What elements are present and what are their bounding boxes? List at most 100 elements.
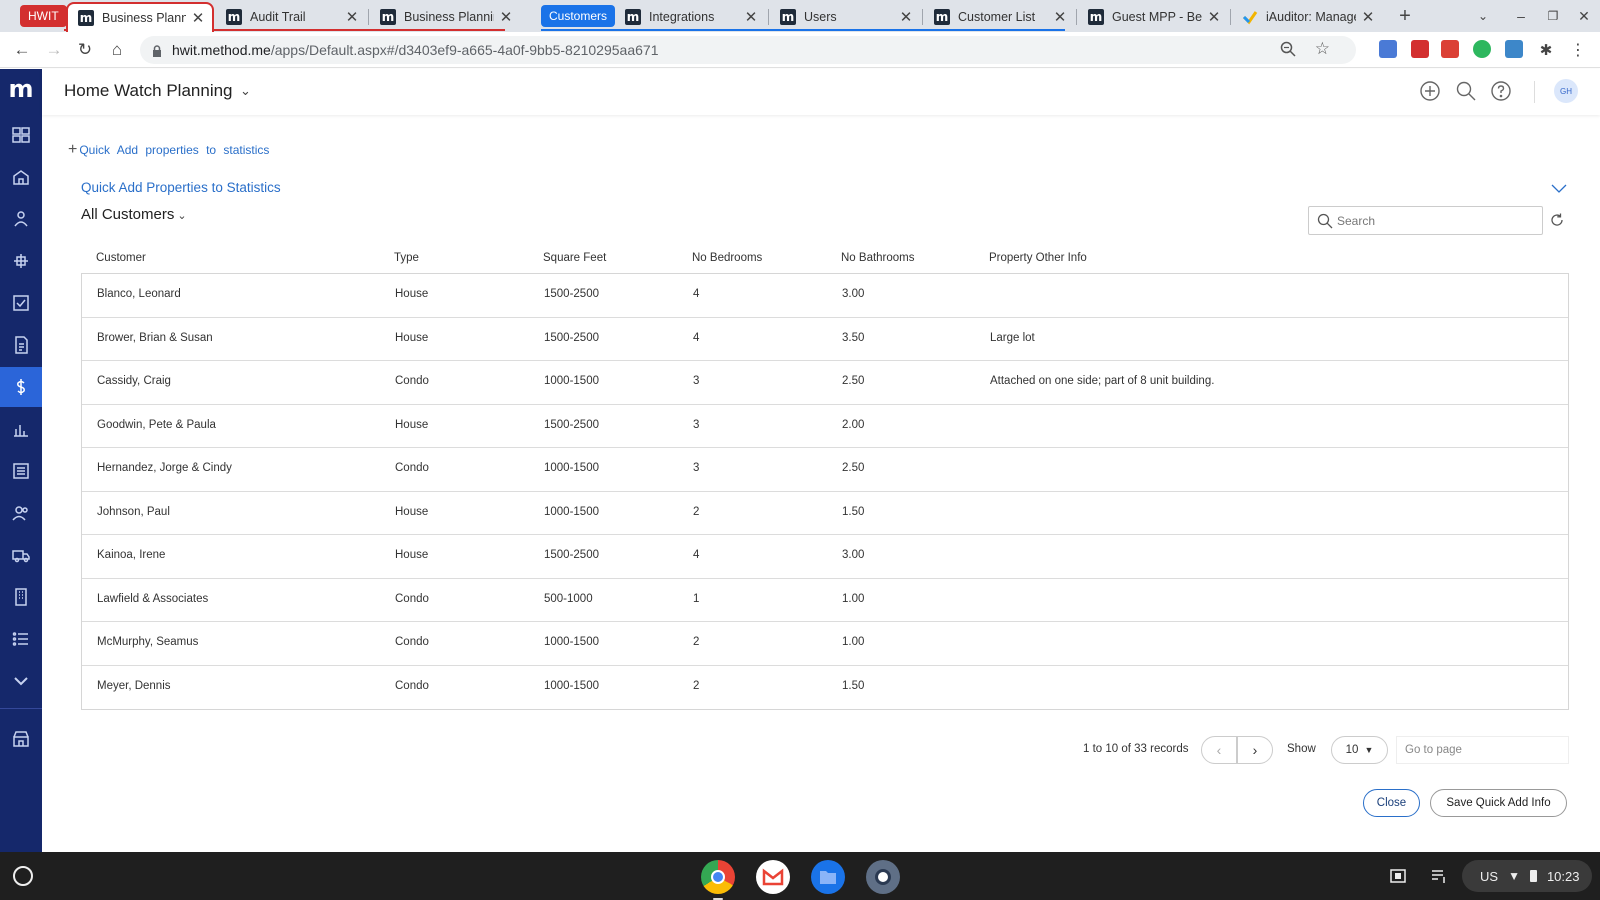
cell-bedrooms[interactable]: 3 — [693, 375, 699, 387]
files-icon[interactable] — [811, 860, 845, 894]
cell-square-feet[interactable]: 500-1000 — [544, 593, 593, 605]
go-to-page-field[interactable] — [1396, 736, 1569, 764]
cell-bathrooms[interactable]: 3.00 — [842, 549, 864, 561]
cell-bathrooms[interactable]: 2.00 — [842, 419, 864, 431]
table-row[interactable]: Hernandez, Jorge & Cindy Condo 1000-1500 3 2… — [82, 448, 1568, 492]
screenshot-extension-icon[interactable] — [1505, 40, 1523, 58]
cell-type[interactable]: House — [395, 332, 428, 344]
cell-other-info[interactable]: Attached on one side; part of 8 unit bui… — [990, 375, 1214, 387]
cell-bedrooms[interactable]: 2 — [693, 680, 699, 692]
cell-bathrooms[interactable]: 1.00 — [842, 593, 864, 605]
extensions-puzzle-icon[interactable]: ✱ — [1534, 38, 1558, 62]
refresh-icon[interactable] — [1549, 212, 1565, 228]
cell-bathrooms[interactable]: 3.00 — [842, 288, 864, 300]
close-icon[interactable]: ✕ — [1360, 8, 1376, 26]
dashboard-icon[interactable] — [0, 115, 42, 155]
cell-bedrooms[interactable]: 3 — [693, 419, 699, 431]
search-icon[interactable] — [1454, 79, 1478, 103]
add-circle-icon[interactable] — [1418, 79, 1442, 103]
cell-bedrooms[interactable]: 2 — [693, 636, 699, 648]
bookmark-star-icon[interactable]: ☆ — [1315, 39, 1330, 59]
close-icon[interactable]: ✕ — [190, 9, 206, 27]
view-selector[interactable]: All Customers ⌄ — [81, 206, 187, 223]
tab-business-planning-active[interactable]: m Business Planning ✕ — [66, 2, 214, 32]
minimize-icon[interactable]: – — [1509, 4, 1533, 28]
table-row[interactable]: Blanco, Leonard House 1500-2500 4 3.00 — [82, 274, 1568, 318]
zoom-icon[interactable] — [1280, 41, 1296, 60]
close-icon[interactable]: ✕ — [1052, 8, 1068, 26]
cell-bedrooms[interactable]: 4 — [693, 288, 699, 300]
list-screen-icon[interactable] — [0, 451, 42, 491]
restore-icon[interactable]: ❐ — [1541, 4, 1565, 28]
page-size-select[interactable]: 10 ▼ — [1331, 736, 1388, 764]
tab-guest-mpp[interactable]: m Guest MPP - Beta ✕ — [1078, 2, 1228, 32]
cell-bathrooms[interactable]: 3.50 — [842, 332, 864, 344]
table-row[interactable]: McMurphy, Seamus Condo 1000-1500 2 1.00 — [82, 622, 1568, 666]
close-button[interactable]: Close — [1363, 789, 1420, 817]
cell-square-feet[interactable]: 1000-1500 — [544, 506, 599, 518]
window-close-icon[interactable]: ✕ — [1572, 4, 1596, 28]
close-icon[interactable]: ✕ — [898, 8, 914, 26]
cell-bedrooms[interactable]: 3 — [693, 462, 699, 474]
cell-bedrooms[interactable]: 4 — [693, 549, 699, 561]
tab-business-planning[interactable]: m Business Planning ✕ — [370, 2, 520, 32]
billing-dollar-icon[interactable] — [0, 367, 42, 407]
tasks-checkbox-icon[interactable] — [0, 283, 42, 323]
table-row[interactable]: Johnson, Paul House 1000-1500 2 1.50 — [82, 492, 1568, 535]
evernote-icon[interactable] — [1473, 40, 1491, 58]
people-network-icon[interactable] — [0, 199, 42, 239]
cell-type[interactable]: House — [395, 506, 428, 518]
system-status-area[interactable]: US ▼ 10:23 — [1462, 860, 1592, 892]
table-row[interactable]: Lawfield & Associates Condo 500-1000 1 1.00 — [82, 579, 1568, 622]
address-bar[interactable]: hwit.method.me/apps/Default.aspx#/d3403e… — [140, 36, 1356, 64]
gmail-icon[interactable] — [756, 860, 790, 894]
close-icon[interactable]: ✕ — [743, 8, 759, 26]
cell-bathrooms[interactable]: 1.00 — [842, 636, 864, 648]
tab-iauditor[interactable]: iAuditor: Manage ✕ — [1232, 2, 1382, 32]
pdf-extension-icon[interactable] — [1411, 40, 1429, 58]
cell-bathrooms[interactable]: 1.50 — [842, 680, 864, 692]
delivery-truck-icon[interactable] — [0, 535, 42, 575]
tab-search-icon[interactable]: ⌄ — [1471, 4, 1495, 28]
contacts-icon[interactable] — [0, 493, 42, 533]
avatar[interactable]: GH — [1554, 79, 1578, 103]
close-icon[interactable]: ✕ — [1206, 8, 1222, 26]
checklist-icon[interactable] — [0, 619, 42, 659]
projects-icon[interactable] — [0, 241, 42, 281]
cell-square-feet[interactable]: 1500-2500 — [544, 288, 599, 300]
quick-add-link[interactable]: + Quick Add properties to statistics — [68, 141, 269, 159]
home-property-icon[interactable] — [0, 157, 42, 197]
app-store-icon[interactable] — [0, 719, 42, 759]
cell-bedrooms[interactable]: 1 — [693, 593, 699, 605]
documents-icon[interactable] — [0, 325, 42, 365]
chrome-icon[interactable] — [701, 860, 735, 894]
reload-icon[interactable]: ↻ — [73, 38, 97, 62]
cell-square-feet[interactable]: 1000-1500 — [544, 636, 599, 648]
cell-bedrooms[interactable]: 4 — [693, 332, 699, 344]
close-icon[interactable]: ✕ — [344, 8, 360, 26]
search-input[interactable] — [1337, 213, 1542, 228]
go-to-page-input[interactable] — [1405, 744, 1568, 756]
cell-bedrooms[interactable]: 2 — [693, 506, 699, 518]
cell-type[interactable]: Condo — [395, 680, 429, 692]
table-row[interactable]: Meyer, Dennis Condo 1000-1500 2 1.50 — [82, 666, 1568, 710]
column-header-square-feet[interactable]: Square Feet — [543, 252, 606, 264]
screen-capture-icon[interactable] — [1389, 868, 1407, 884]
cell-square-feet[interactable]: 1000-1500 — [544, 375, 599, 387]
tab-users[interactable]: m Users ✕ — [770, 2, 920, 32]
media-controls-icon[interactable] — [1430, 868, 1448, 884]
cell-bathrooms[interactable]: 2.50 — [842, 462, 864, 474]
search-field[interactable] — [1308, 206, 1543, 235]
cell-bathrooms[interactable]: 2.50 — [842, 375, 864, 387]
column-header-customer[interactable]: Customer — [96, 252, 146, 264]
cell-type[interactable]: House — [395, 288, 428, 300]
cell-type[interactable]: Condo — [395, 593, 429, 605]
chevron-down-icon[interactable]: ⌄ — [240, 83, 251, 99]
cell-square-feet[interactable]: 1500-2500 — [544, 419, 599, 431]
column-header-type[interactable]: Type — [394, 252, 419, 264]
google-translate-icon[interactable] — [1379, 40, 1397, 58]
column-header-other-info[interactable]: Property Other Info — [989, 252, 1087, 264]
close-icon[interactable]: ✕ — [498, 8, 514, 26]
cell-type[interactable]: House — [395, 549, 428, 561]
cell-type[interactable]: Condo — [395, 462, 429, 474]
